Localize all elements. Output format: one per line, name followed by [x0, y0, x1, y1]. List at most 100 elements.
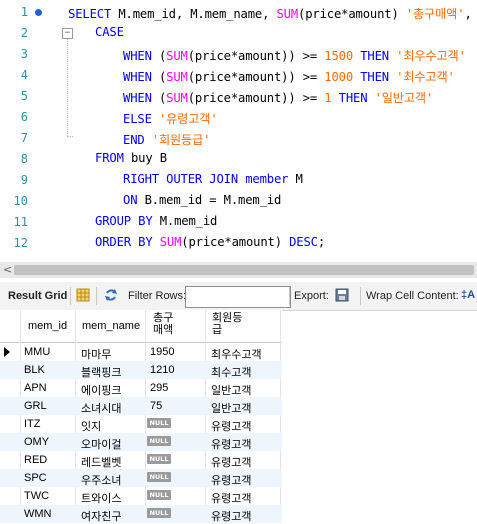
- editor-line-10[interactable]: 10 ON B.mem_id = M.mem_id: [0, 191, 477, 212]
- result-grid-tab[interactable]: Result Grid: [8, 290, 67, 302]
- cell-mem-id[interactable]: TWC: [24, 490, 49, 502]
- execution-marker-icon: [35, 9, 42, 16]
- cell-grade[interactable]: 유령고객: [211, 508, 251, 524]
- line-number: 10: [13, 194, 28, 208]
- cell-grade[interactable]: 유령고객: [211, 472, 251, 488]
- cell-mem-id[interactable]: MMU: [24, 346, 50, 358]
- line-number: 9: [20, 173, 28, 187]
- cell-mem-id[interactable]: ITZ: [24, 418, 41, 430]
- cell-mem-id[interactable]: SPC: [24, 472, 47, 484]
- line-number: 2: [20, 26, 28, 40]
- cell-grade[interactable]: 최수고객: [211, 364, 251, 380]
- cell-grade[interactable]: 유령고객: [211, 436, 251, 452]
- cell-grade[interactable]: 유령고객: [211, 454, 251, 470]
- scroll-left-icon[interactable]: <: [3, 263, 12, 276]
- cell-mem-id[interactable]: RED: [24, 454, 47, 466]
- cell-mem-id[interactable]: GRL: [24, 400, 47, 412]
- code-text: WHEN (SUM(price*amount)) >= 1500 THEN '최…: [123, 49, 466, 63]
- editor-line-7[interactable]: 7 END '회원등급': [0, 128, 477, 149]
- editor-line-11[interactable]: 11 GROUP BY M.mem_id: [0, 212, 477, 233]
- editor-line-9[interactable]: 9 RIGHT OUTER JOIN member M: [0, 170, 477, 191]
- cell-mem-name[interactable]: 레드벨벳: [81, 454, 121, 470]
- cell-total[interactable]: 75: [150, 400, 162, 412]
- table-row[interactable]: SPC 우주소녀 NULL 유령고객: [0, 469, 282, 487]
- line-number: 1: [20, 5, 28, 19]
- cell-mem-name[interactable]: 오마이걸: [81, 436, 121, 452]
- sql-editor[interactable]: 1 SELECT M.mem_id, M.mem_name, SUM(price…: [0, 0, 477, 262]
- cell-mem-name[interactable]: 트와이스: [81, 490, 121, 506]
- toolbar-divider: [70, 287, 71, 305]
- table-row[interactable]: TWC 트와이스 NULL 유령고객: [0, 487, 282, 505]
- editor-line-5[interactable]: 5 WHEN (SUM(price*amount)) >= 1 THEN '일반…: [0, 86, 477, 107]
- line-number: 8: [20, 152, 28, 166]
- cell-grade[interactable]: 일반고객: [211, 382, 251, 398]
- current-row-marker-icon: [4, 347, 10, 357]
- result-toolbar: Result Grid Filter Rows: Export: Wrap Ce…: [0, 282, 477, 311]
- filter-rows-label: Filter Rows:: [128, 290, 187, 302]
- table-row[interactable]: RED 레드벨벳 NULL 유령고객: [0, 451, 282, 469]
- null-badge[interactable]: NULL: [147, 436, 171, 446]
- toolbar-divider: [289, 287, 290, 305]
- table-row[interactable]: ITZ 잇지 NULL 유령고객: [0, 415, 282, 433]
- table-row[interactable]: BLK 블랙핑크 1210 최수고객: [0, 361, 282, 379]
- cell-mem-name[interactable]: 여자친구: [81, 508, 121, 524]
- toolbar-divider: [360, 287, 361, 305]
- cell-total[interactable]: 295: [150, 382, 168, 394]
- cell-total[interactable]: 1950: [150, 346, 174, 358]
- line-number: 4: [20, 68, 28, 82]
- null-badge[interactable]: NULL: [147, 418, 171, 428]
- null-badge[interactable]: NULL: [147, 454, 171, 464]
- cell-mem-name[interactable]: 마마무: [81, 346, 111, 362]
- editor-line-8[interactable]: 8 FROM buy B: [0, 149, 477, 170]
- cell-mem-name[interactable]: 블랙핑크: [81, 364, 121, 380]
- code-text: FROM buy B: [95, 151, 167, 165]
- editor-line-6[interactable]: 6 ELSE '유령고객': [0, 107, 477, 128]
- code-text: END '회원등급': [123, 133, 211, 147]
- table-row[interactable]: GRL 소녀시대 75 일반고객: [0, 397, 282, 415]
- horizontal-scrollbar[interactable]: <: [0, 262, 477, 278]
- line-number: 5: [20, 89, 28, 103]
- export-icon[interactable]: [335, 288, 349, 302]
- line-number: 12: [13, 236, 28, 250]
- null-badge[interactable]: NULL: [147, 508, 171, 518]
- cell-mem-name[interactable]: 에이핑크: [81, 382, 121, 398]
- editor-line-4[interactable]: 4 WHEN (SUM(price*amount)) >= 1000 THEN …: [0, 65, 477, 86]
- editor-line-3[interactable]: 3 WHEN (SUM(price*amount)) >= 1500 THEN …: [0, 44, 477, 65]
- cell-total[interactable]: 1210: [150, 364, 174, 376]
- null-badge[interactable]: NULL: [147, 490, 171, 500]
- fold-collapse-icon[interactable]: −: [62, 28, 73, 39]
- editor-line-1[interactable]: 1 SELECT M.mem_id, M.mem_name, SUM(price…: [0, 2, 477, 23]
- code-text: ON B.mem_id = M.mem_id: [123, 193, 282, 207]
- cell-grade[interactable]: 유령고객: [211, 490, 251, 506]
- cell-mem-id[interactable]: BLK: [24, 364, 45, 376]
- table-row[interactable]: OMY 오마이걸 NULL 유령고객: [0, 433, 282, 451]
- cell-grade[interactable]: 일반고객: [211, 400, 251, 416]
- scrollbar-thumb[interactable]: [14, 265, 474, 275]
- code-text: ELSE '유령고객': [123, 112, 218, 126]
- cell-mem-name[interactable]: 소녀시대: [81, 400, 121, 416]
- table-row[interactable]: APN 에이핑크 295 일반고객: [0, 379, 282, 397]
- editor-line-2[interactable]: 2 − CASE: [0, 23, 477, 44]
- table-row[interactable]: MMU 마마무 1950 최우수고객: [0, 343, 282, 361]
- editor-line-12[interactable]: 12 ORDER BY SUM(price*amount) DESC;: [0, 233, 477, 254]
- filter-rows-input[interactable]: [185, 286, 291, 308]
- toolbar-divider: [96, 287, 97, 305]
- line-number: 3: [20, 47, 28, 61]
- line-number: 11: [13, 215, 28, 229]
- code-text: CASE: [95, 25, 124, 39]
- code-text: RIGHT OUTER JOIN member M: [123, 172, 303, 186]
- wrap-cell-content-label: Wrap Cell Content:: [366, 290, 459, 302]
- line-number: 6: [20, 110, 28, 124]
- refresh-icon[interactable]: [104, 288, 118, 302]
- cell-mem-name[interactable]: 우주소녀: [81, 472, 121, 488]
- null-badge[interactable]: NULL: [147, 472, 171, 482]
- grid-view-icon[interactable]: [76, 288, 90, 302]
- cell-mem-id[interactable]: APN: [24, 382, 47, 394]
- wrap-text-icon[interactable]: ‡A: [461, 289, 475, 301]
- cell-mem-id[interactable]: WMN: [24, 508, 52, 520]
- cell-grade[interactable]: 최우수고객: [211, 346, 262, 362]
- cell-mem-name[interactable]: 잇지: [81, 418, 101, 434]
- cell-grade[interactable]: 유령고객: [211, 418, 251, 434]
- cell-mem-id[interactable]: OMY: [24, 436, 49, 448]
- table-row[interactable]: WMN 여자친구 NULL 유령고객: [0, 505, 282, 523]
